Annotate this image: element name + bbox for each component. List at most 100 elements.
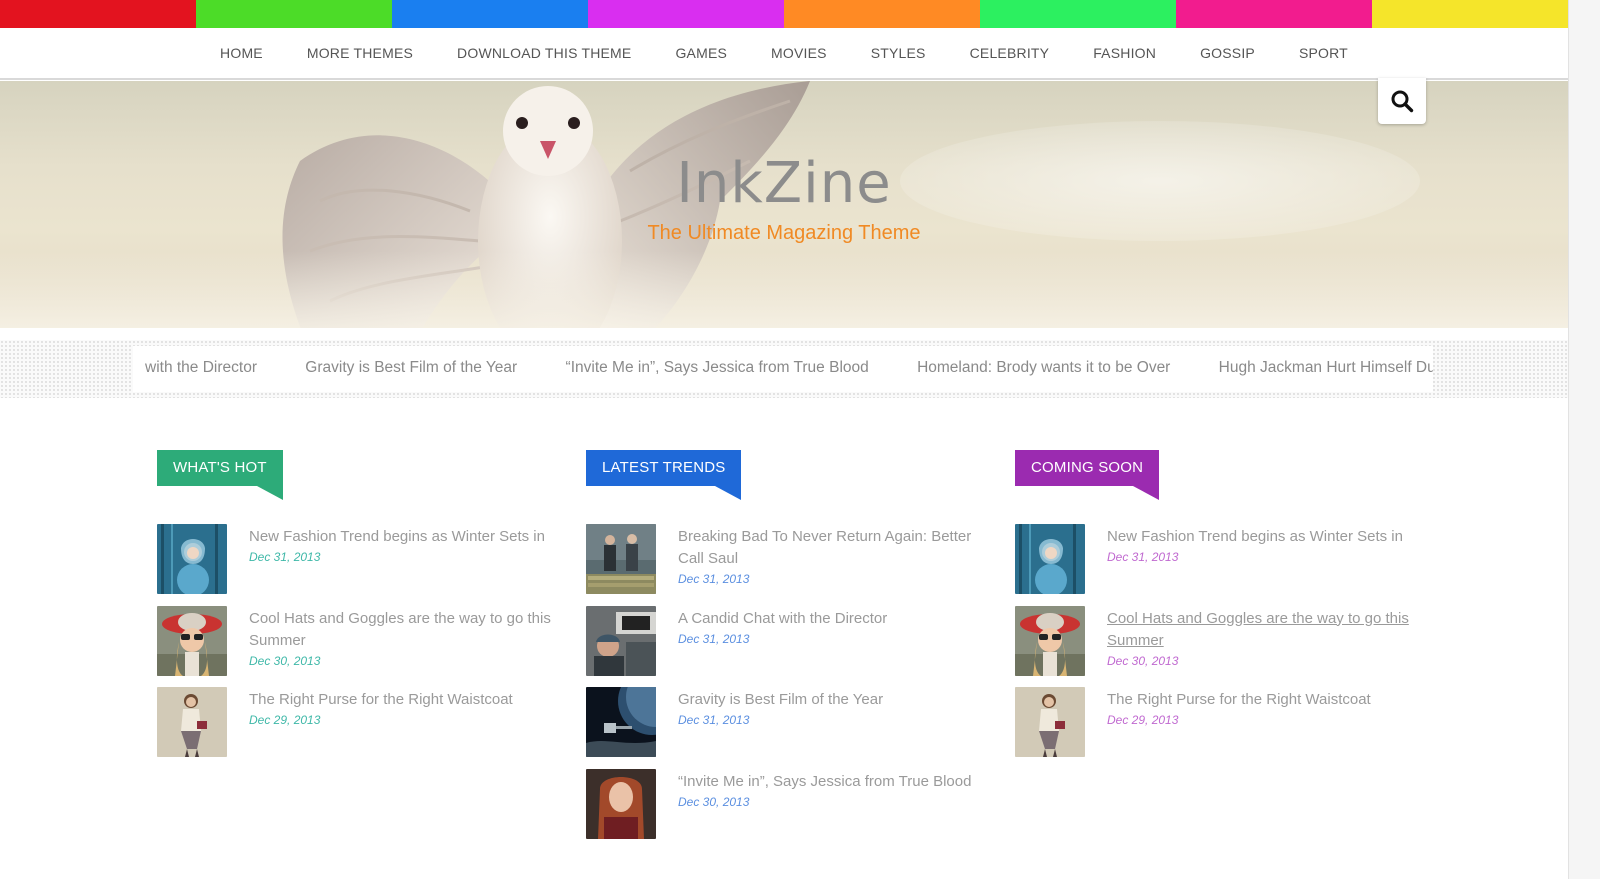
search-button[interactable] — [1378, 78, 1426, 124]
nav-celebrity[interactable]: CELEBRITY — [970, 45, 1050, 61]
article-item: A Candid Chat with the Director Dec 31, 2… — [586, 605, 986, 688]
article-text: “Invite Me in”, Says Jessica from True B… — [678, 771, 971, 810]
article-text: New Fashion Trend begins as Winter Sets … — [1107, 526, 1403, 565]
nav-movies[interactable]: MOVIES — [771, 45, 827, 61]
ribbon-fold — [715, 486, 742, 500]
article-item: Gravity is Best Film of the Year Dec 31, … — [586, 687, 986, 769]
article-text: Cool Hats and Goggles are the way to go … — [1107, 608, 1409, 669]
site-tagline: The Ultimate Magazing Theme — [647, 222, 921, 244]
article-thumbnail[interactable] — [586, 768, 656, 839]
article-title-link[interactable]: Gravity is Best Film of the Year — [678, 689, 883, 711]
article-thumbnail[interactable] — [586, 687, 656, 757]
article-date: Dec 31, 2013 — [678, 713, 750, 727]
ticker-item[interactable]: Gravity is Best Film of the Year — [305, 359, 517, 376]
article-item: Cool Hats and Goggles are the way to go … — [157, 605, 557, 688]
article-list: New Fashion Trend begins as Winter Sets … — [157, 524, 557, 769]
article-thumbnail[interactable] — [157, 605, 227, 676]
column-coming-soon: COMING SOON New Fashion Trend begins as … — [1015, 450, 1415, 769]
article-thumbnail[interactable] — [1015, 524, 1085, 594]
article-list: New Fashion Trend begins as Winter Sets … — [1015, 524, 1415, 769]
stripe-segment — [392, 0, 588, 28]
article-date: Dec 31, 2013 — [678, 572, 750, 586]
nav-download-theme[interactable]: DOWNLOAD THIS THEME — [457, 45, 631, 61]
article-item: Breaking Bad To Never Return Again: Bett… — [586, 524, 986, 606]
article-title-link[interactable]: New Fashion Trend begins as Winter Sets … — [249, 526, 545, 548]
article-date: Dec 30, 2013 — [1107, 653, 1179, 668]
article-list: Breaking Bad To Never Return Again: Bett… — [586, 524, 986, 850]
article-thumbnail[interactable] — [157, 524, 227, 594]
nav-sport[interactable]: SPORT — [1299, 45, 1348, 61]
stripe-segment — [196, 0, 392, 28]
article-title-link[interactable]: Cool Hats and Goggles are the way to go … — [1107, 608, 1409, 630]
ribbon-fold — [1133, 486, 1160, 500]
nav-games[interactable]: GAMES — [675, 45, 727, 61]
article-date: Dec 29, 2013 — [1107, 713, 1179, 727]
article-title-link[interactable]: Call Saul — [678, 548, 971, 570]
nav-home[interactable]: HOME — [220, 45, 263, 61]
nav-fashion[interactable]: FASHION — [1093, 45, 1156, 61]
article-title-link[interactable]: New Fashion Trend begins as Winter Sets … — [1107, 526, 1403, 548]
section-heading-label: WHAT'S HOT — [173, 459, 267, 476]
article-title-link[interactable]: A Candid Chat with the Director — [678, 608, 887, 630]
stripe-segment — [784, 0, 980, 28]
article-title-link[interactable]: Cool Hats and Goggles are the way to go … — [249, 608, 551, 630]
stripe-segment — [1372, 0, 1568, 28]
article-text: A Candid Chat with the Director Dec 31, 2… — [678, 608, 887, 647]
section-heading-label: LATEST TRENDS — [602, 459, 726, 476]
article-title-link[interactable]: Breaking Bad To Never Return Again: Bett… — [678, 526, 971, 548]
article-thumbnail[interactable] — [586, 605, 656, 676]
nav-styles[interactable]: STYLES — [871, 45, 926, 61]
article-title-link[interactable]: The Right Purse for the Right Waistcoat — [1107, 689, 1371, 711]
article-item: The Right Purse for the Right Waistcoat D… — [157, 687, 557, 769]
section-heading-latest-trends: LATEST TRENDS — [586, 450, 742, 500]
article-date: Dec 30, 2013 — [678, 794, 750, 809]
section-heading-label: COMING SOON — [1031, 459, 1144, 476]
article-thumbnail[interactable] — [1015, 687, 1085, 757]
page-scrollbar[interactable] — [1568, 0, 1600, 879]
article-item: “Invite Me in”, Says Jessica from True B… — [586, 768, 986, 851]
article-title-link[interactable]: The Right Purse for the Right Waistcoat — [249, 689, 513, 711]
article-title-link[interactable]: Summer — [249, 630, 551, 652]
ticker-item[interactable]: “Invite Me in”, Says Jessica from True B… — [566, 359, 869, 376]
article-item: Cool Hats and Goggles are the way to go … — [1015, 605, 1415, 688]
article-date: Dec 31, 2013 — [678, 631, 750, 646]
article-text: Cool Hats and Goggles are the way to go … — [249, 608, 551, 669]
ticker-track: with the Director Gravity is Best Film o… — [145, 359, 1433, 377]
section-heading-whats-hot: WHAT'S HOT — [157, 450, 283, 500]
article-date: Dec 31, 2013 — [1107, 550, 1179, 564]
article-thumbnail[interactable] — [1015, 605, 1085, 676]
ribbon-fold — [256, 486, 283, 500]
search-icon — [1391, 90, 1414, 113]
article-item: New Fashion Trend begins as Winter Sets … — [157, 524, 557, 606]
stripe-segment — [0, 0, 196, 28]
article-text: The Right Purse for the Right Waistcoat D… — [1107, 689, 1371, 728]
article-text: Gravity is Best Film of the Year Dec 31, … — [678, 689, 883, 728]
stripe-segment — [1176, 0, 1372, 28]
article-date: Dec 29, 2013 — [249, 713, 321, 727]
site-title[interactable]: InkZine — [0, 151, 1568, 216]
column-latest-trends: LATEST TRENDS Breaking Bad To Never Retu… — [586, 450, 986, 850]
article-text: The Right Purse for the Right Waistcoat D… — [249, 689, 513, 728]
nav-gossip[interactable]: GOSSIP — [1200, 45, 1255, 61]
article-title-link[interactable]: Summer — [1107, 630, 1409, 652]
ticker-item[interactable]: Hugh Jackman Hurt Himself During — [1219, 359, 1433, 376]
cloud-band — [0, 251, 1568, 328]
article-thumbnail[interactable] — [157, 687, 227, 757]
section-heading-coming-soon: COMING SOON — [1015, 450, 1160, 500]
stripe-segment — [588, 0, 784, 28]
main-nav: HOME MORE THEMES DOWNLOAD THIS THEME GAM… — [0, 28, 1568, 80]
stripe-segment — [980, 0, 1176, 28]
article-item: The Right Purse for the Right Waistcoat D… — [1015, 687, 1415, 769]
article-title-link[interactable]: “Invite Me in”, Says Jessica from True B… — [678, 771, 971, 793]
ticker-item[interactable]: Homeland: Brody wants it to be Over — [917, 359, 1170, 376]
ticker-item[interactable]: with the Director — [145, 359, 257, 376]
column-whats-hot: WHAT'S HOT New Fashion Trend begins as W… — [157, 450, 557, 769]
article-text: New Fashion Trend begins as Winter Sets … — [249, 526, 545, 565]
article-item: New Fashion Trend begins as Winter Sets … — [1015, 524, 1415, 606]
hero-banner: InkZine The Ultimate Magazing Theme — [0, 81, 1568, 328]
color-stripe — [0, 0, 1568, 28]
article-text: Breaking Bad To Never Return Again: Bett… — [678, 526, 971, 587]
article-date: Dec 31, 2013 — [249, 550, 321, 564]
article-thumbnail[interactable] — [586, 524, 656, 594]
nav-more-themes[interactable]: MORE THEMES — [307, 45, 413, 61]
